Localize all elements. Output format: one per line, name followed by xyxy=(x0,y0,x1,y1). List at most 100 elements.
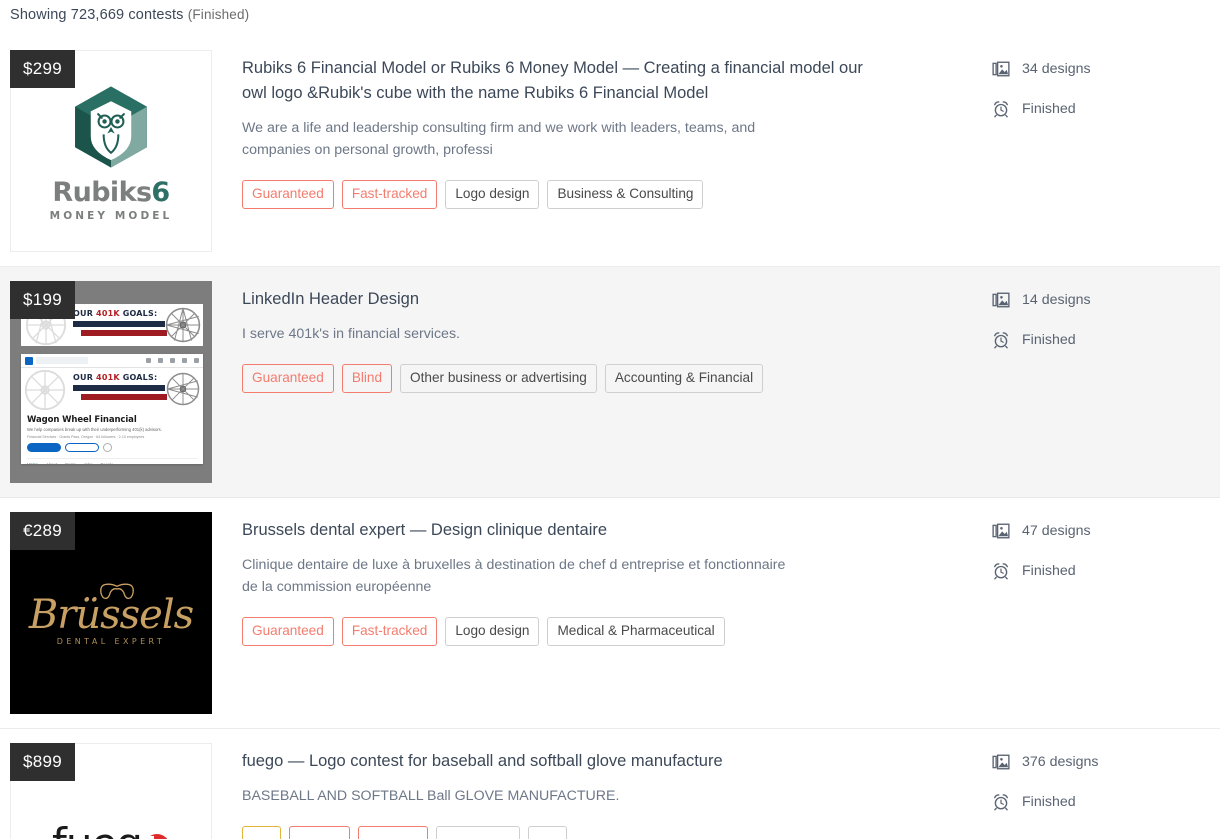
fuego-logo: fueg xyxy=(52,823,170,839)
contest-tag[interactable] xyxy=(288,826,351,839)
contest-description: BASEBALL AND SOFTBALL Ball GLOVE MANUFAC… xyxy=(242,788,620,804)
network-icon xyxy=(158,358,163,363)
contest-tag[interactable] xyxy=(527,826,567,839)
banner-bar-red xyxy=(81,330,167,336)
rubiks-subwordmark: MONEY MODEL xyxy=(49,209,173,222)
profile-banner: OUR 401K GOALS: xyxy=(21,368,203,410)
profile-name: Wagon Wheel Financial xyxy=(27,415,137,425)
contest-tag[interactable]: Business & Consulting xyxy=(547,180,704,209)
contest-thumbnail-wrap[interactable]: $199 OUR 401K GOALS: OUR 401K GOALS: Wag… xyxy=(10,281,212,483)
price-badge: $199 xyxy=(10,281,76,319)
linkedin-profile-mockup: OUR 401K GOALS: Wagon Wheel Financial We… xyxy=(21,354,203,464)
contest-tag[interactable]: Fast-tracked xyxy=(341,617,438,646)
tab-posts: Posts xyxy=(65,462,75,464)
alarm-clock-icon xyxy=(994,563,1008,580)
contest-description: We are a life and leadership consulting … xyxy=(242,120,756,158)
contest-title[interactable]: Rubiks 6 Financial Model or Rubiks 6 Mon… xyxy=(242,56,882,106)
results-header: Showing 723,669 contests (Finished) xyxy=(0,0,1220,25)
contest-body: LinkedIn Header Design I serve 401k's in… xyxy=(212,281,982,393)
contest-stats: 47 designs Finished xyxy=(982,512,1197,602)
price-badge: $899 xyxy=(10,743,76,781)
designs-stat: 14 designs xyxy=(992,291,1197,309)
contest-body: Rubiks 6 Financial Model or Rubiks 6 Mon… xyxy=(212,50,982,209)
brussels-dental-logo: Brüssels DENTAL EXPERT xyxy=(11,581,211,646)
contest-tags: Guaranteed Fast-tracked Logo design Medi… xyxy=(242,617,982,646)
contest-title[interactable]: Brussels dental expert — Design clinique… xyxy=(242,518,882,543)
images-stack-icon xyxy=(992,61,1010,77)
contest-stats: 376 designs Finished xyxy=(982,743,1197,833)
banner-bar-navy xyxy=(73,385,165,391)
contest-row[interactable]: €289 Brüssels DENTAL EXPERT Brussels den… xyxy=(0,498,1220,729)
images-stack-icon xyxy=(992,523,1010,539)
status-label: Finished xyxy=(1022,101,1076,117)
status-label: Finished xyxy=(1022,332,1076,348)
more-options-icon xyxy=(103,443,112,452)
contest-title[interactable]: fuego — Logo contest for baseball and so… xyxy=(242,749,882,774)
designs-stat: 34 designs xyxy=(992,60,1197,78)
contest-listing-page: Showing 723,669 contests (Finished) $299 xyxy=(0,0,1220,839)
contest-stats: 14 designs Finished xyxy=(982,281,1197,371)
contest-thumbnail-wrap[interactable]: $899 fueg xyxy=(10,743,212,839)
rubiks-wordmark: Rubiks6 xyxy=(52,176,170,208)
tab-people: People xyxy=(100,462,113,464)
contest-tag[interactable]: Other business or advertising xyxy=(400,364,597,393)
tab-jobs: Jobs xyxy=(84,462,93,464)
contest-tag[interactable]: Blind xyxy=(341,364,393,393)
price-badge: €289 xyxy=(10,512,76,550)
designs-count: 14 designs xyxy=(1022,292,1091,308)
tab-about: About xyxy=(46,462,57,464)
flame-icon xyxy=(140,834,170,839)
banner-headline: OUR 401K GOALS: xyxy=(73,309,158,318)
messaging-icon xyxy=(182,358,187,363)
contest-row[interactable]: $899 fueg fuego — Logo contest for baseb… xyxy=(0,729,1220,839)
banner-headline: OUR 401K GOALS: xyxy=(73,373,158,382)
contest-tag[interactable]: Medical & Pharmaceutical xyxy=(547,617,725,646)
designs-count: 47 designs xyxy=(1022,523,1091,539)
contest-tag[interactable] xyxy=(242,826,281,839)
contest-stats: 34 designs Finished xyxy=(982,50,1197,140)
contest-tag[interactable]: Logo design xyxy=(445,180,540,209)
contest-row[interactable]: $299 Rubiks6 MONEY MODEL Rubiks 6 Financ… xyxy=(0,36,1220,267)
profile-tagline: We help companies break up with their un… xyxy=(27,427,162,432)
banner-bar-navy xyxy=(73,321,165,327)
status-label: Finished xyxy=(1022,794,1076,810)
contest-tag[interactable]: Guaranteed xyxy=(242,180,334,209)
contest-body: Brussels dental expert — Design clinique… xyxy=(212,512,982,646)
contest-thumbnail-wrap[interactable]: €289 Brüssels DENTAL EXPERT xyxy=(10,512,212,714)
designs-count: 376 designs xyxy=(1022,754,1099,770)
status-stat: Finished xyxy=(992,100,1197,118)
profile-details: Wagon Wheel Financial We help companies … xyxy=(21,410,203,464)
contest-tag[interactable]: Logo design xyxy=(445,617,540,646)
linkedin-logo-icon xyxy=(25,356,33,365)
contest-tag[interactable] xyxy=(435,826,520,839)
designs-count: 34 designs xyxy=(1022,61,1091,77)
brussels-subwordmark: DENTAL EXPERT xyxy=(56,636,166,646)
rubiks6-logo: Rubiks6 MONEY MODEL xyxy=(11,81,211,222)
fuego-wordmark: fueg xyxy=(52,823,143,839)
contest-description: Clinique dentaire de luxe à bruxelles à … xyxy=(242,557,786,595)
owl-hexagon-icon xyxy=(75,86,147,167)
contest-row[interactable]: $199 OUR 401K GOALS: OUR 401K GOALS: Wag… xyxy=(0,267,1220,498)
profile-actions xyxy=(27,443,197,452)
contest-description: I serve 401k's in financial services. xyxy=(242,326,460,342)
alarm-clock-icon xyxy=(994,101,1008,118)
contest-tag[interactable]: Accounting & Financial xyxy=(604,364,764,393)
contest-tag[interactable]: Guaranteed xyxy=(242,364,334,393)
profile-meta: Financial Services · Grants Pass, Oregon… xyxy=(27,435,145,439)
contest-tag[interactable] xyxy=(358,826,428,839)
contest-title[interactable]: LinkedIn Header Design xyxy=(242,287,882,312)
designs-stat: 47 designs xyxy=(992,522,1197,540)
alarm-clock-icon xyxy=(994,332,1008,349)
results-status-filter: (Finished) xyxy=(187,7,250,22)
contest-thumbnail-wrap[interactable]: $299 Rubiks6 MONEY MODEL xyxy=(10,50,212,252)
home-icon xyxy=(146,358,151,363)
wagon-wheel-icon xyxy=(24,369,66,410)
notifications-icon xyxy=(194,358,199,363)
contest-tag[interactable]: Guaranteed xyxy=(242,617,334,646)
wagon-wheel-icon xyxy=(166,372,200,406)
results-count: Showing 723,669 contests xyxy=(10,7,184,23)
tooth-icon xyxy=(100,583,134,599)
search-input xyxy=(36,357,88,364)
contest-tag[interactable]: Fast-tracked xyxy=(341,180,438,209)
status-label: Finished xyxy=(1022,563,1076,579)
